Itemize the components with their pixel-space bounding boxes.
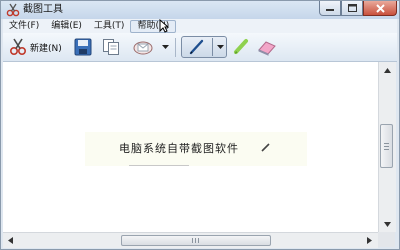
scroll-right-button[interactable] — [365, 236, 374, 245]
pen-icon — [189, 39, 204, 55]
snip-underline — [129, 165, 189, 166]
chevron-down-icon — [162, 44, 169, 49]
eraser-button[interactable] — [256, 37, 278, 57]
snipping-tool-window: 截图工具 文件(F) 编辑(E) 工具(T) 帮助(H) 新建(N) 电脑系统自… — [0, 0, 400, 250]
vertical-scrollbar[interactable] — [378, 62, 396, 232]
minimize-icon — [326, 9, 334, 11]
title-bar[interactable]: 截图工具 — [1, 1, 399, 19]
new-snip-button[interactable]: 新建(N) — [9, 37, 62, 57]
highlighter-icon — [234, 39, 248, 54]
save-button[interactable] — [74, 37, 92, 57]
menu-tools[interactable]: 工具(T) — [88, 20, 131, 33]
scissors-icon — [9, 38, 27, 56]
maximize-icon — [347, 4, 357, 12]
close-button[interactable] — [363, 1, 397, 16]
scroll-down-button[interactable] — [383, 220, 392, 229]
toolbar-separator — [175, 38, 176, 57]
highlighter-button[interactable] — [232, 37, 250, 57]
send-snip-dropdown[interactable] — [162, 37, 169, 57]
floppy-disk-icon — [74, 38, 92, 56]
horizontal-scrollbar[interactable] — [3, 232, 378, 248]
send-snip-icon — [133, 41, 153, 55]
scroll-left-button[interactable] — [6, 236, 15, 245]
menu-help[interactable]: 帮助(H) — [130, 19, 177, 33]
copy-button[interactable] — [102, 37, 120, 57]
pen-dropdown[interactable] — [214, 37, 226, 57]
chevron-right-icon — [367, 237, 372, 244]
snip-caption: 电脑系统自带截图软件 — [119, 142, 239, 155]
chevron-down-icon — [384, 222, 391, 227]
pen-tool-button[interactable] — [181, 36, 227, 58]
vertical-scroll-thumb[interactable] — [380, 124, 393, 168]
captured-snip: 电脑系统自带截图软件 — [85, 132, 307, 166]
menu-file[interactable]: 文件(F) — [3, 20, 45, 33]
new-snip-label: 新建(N) — [30, 43, 62, 54]
menu-edit[interactable]: 编辑(E) — [45, 20, 88, 33]
window-title: 截图工具 — [23, 4, 63, 15]
chevron-left-icon — [8, 237, 13, 244]
menu-bar: 文件(F) 编辑(E) 工具(T) 帮助(H) — [3, 19, 397, 33]
send-snip-button[interactable] — [132, 37, 154, 57]
pen-split-divider — [212, 38, 213, 56]
maximize-button[interactable] — [341, 1, 363, 16]
minimize-button[interactable] — [319, 1, 341, 16]
chevron-down-icon — [216, 44, 224, 49]
toolbar: 新建(N) — [3, 33, 397, 62]
scissors-icon — [6, 3, 20, 17]
copy-icon — [103, 39, 119, 55]
scroll-up-button[interactable] — [383, 66, 392, 75]
snip-canvas[interactable]: 电脑系统自带截图软件 — [3, 62, 378, 232]
horizontal-scroll-thumb[interactable] — [121, 235, 271, 246]
mouse-cursor-icon — [159, 19, 169, 33]
pen-cursor-icon — [261, 143, 270, 152]
eraser-icon — [258, 41, 276, 56]
chevron-up-icon — [384, 68, 391, 73]
close-icon — [375, 3, 385, 13]
scrollbar-corner — [378, 232, 395, 247]
